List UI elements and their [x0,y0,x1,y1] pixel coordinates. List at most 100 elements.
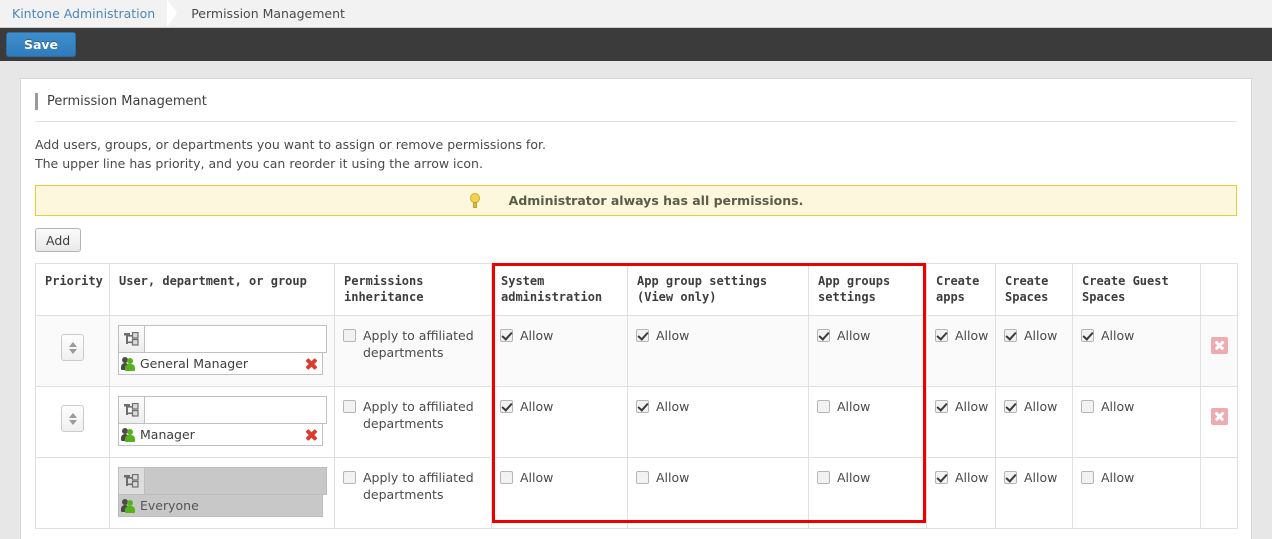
selected-subject-item: Manager [118,424,323,446]
delete-row-button[interactable] [1211,337,1228,354]
create-guest-spaces-cell: Allow [1073,316,1201,387]
header-subject: User, department, or group [110,264,335,316]
picker-top [118,396,323,424]
header-priority: Priority [36,264,110,316]
delete-row-button[interactable] [1211,408,1228,425]
checkbox-box [935,329,948,342]
table-row: EveryoneApply to affiliated departmentsA… [36,458,1238,529]
remove-subject-icon[interactable] [304,356,319,371]
table-row: General Manager Apply to affiliated depar… [36,316,1238,387]
app-group-settings-view-only-checkbox[interactable]: Allow [636,327,800,344]
checkbox-box [817,471,830,484]
header-create-guest-spaces: Create Guest Spaces [1073,264,1201,316]
subject-search-input [145,467,327,495]
notice-text: Administrator always has all permissions… [509,193,804,208]
org-tree-icon[interactable] [118,467,145,495]
apply-to-affiliated-departments-checkbox[interactable]: Apply to affiliated departments [343,398,483,432]
subject-picker: Manager [118,396,323,446]
save-button[interactable]: Save [6,32,76,57]
remove-subject-icon[interactable] [304,427,319,442]
checkbox-label: Allow [955,398,988,415]
permission-table-body: General Manager Apply to affiliated depar… [36,316,1238,529]
checkbox-box [935,400,948,413]
description-line-2: The upper line has priority, and you can… [35,154,1237,173]
table-row: Manager Apply to affiliated departments Al… [36,387,1238,458]
reorder-stepper-button[interactable] [61,405,84,432]
system-administration-checkbox[interactable]: Allow [500,327,619,344]
checkbox-box [343,329,356,342]
subject-search-input[interactable] [145,396,327,424]
checkbox-label: Allow [837,398,870,415]
group-icon [121,498,137,513]
checkbox-box [500,400,513,413]
create-apps-checkbox[interactable]: Allow [935,327,987,344]
system-administration-checkbox[interactable]: Allow [500,469,619,486]
header-inheritance: Permissions inheritance [335,264,492,316]
create-spaces-cell: Allow [996,458,1073,529]
checkbox-label: Apply to affiliated departments [363,469,483,503]
reorder-stepper-button[interactable] [61,334,84,361]
create-guest-spaces-checkbox[interactable]: Allow [1081,398,1192,415]
app-groups-settings-checkbox[interactable]: Allow [817,469,918,486]
system-administration-cell: Allow [492,316,628,387]
system-administration-cell: Allow [492,387,628,458]
page-body: Permission Management Add users, groups,… [0,61,1272,539]
app-groups-settings-cell: Allow [809,458,927,529]
create-spaces-cell: Allow [996,316,1073,387]
create-spaces-checkbox[interactable]: Allow [1004,469,1064,486]
checkbox-label: Allow [656,398,689,415]
subject-search-input[interactable] [145,325,327,353]
create-guest-spaces-checkbox[interactable]: Allow [1081,327,1192,344]
picker-top [118,467,323,495]
add-button[interactable]: Add [35,228,81,252]
checkbox-label: Allow [1101,469,1134,486]
org-tree-icon[interactable] [118,396,145,424]
priority-cell [36,458,110,529]
checkbox-label: Apply to affiliated departments [363,398,483,432]
app-group-settings-view-only-checkbox[interactable]: Allow [636,469,800,486]
checkbox-label: Allow [837,469,870,486]
create-guest-spaces-cell: Allow [1073,458,1201,529]
subject-cell: Manager [110,387,335,458]
checkbox-box [1004,329,1017,342]
apply-to-affiliated-departments-checkbox[interactable]: Apply to affiliated departments [343,327,483,361]
selected-subject-label: Manager [140,427,304,442]
breadcrumb-root-link[interactable]: Kintone Administration [12,6,155,21]
checkbox-box [817,400,830,413]
create-apps-cell: Allow [927,316,996,387]
checkbox-box [636,471,649,484]
content-panel: Permission Management Add users, groups,… [20,78,1252,539]
app-groups-settings-checkbox[interactable]: Allow [817,398,918,415]
create-apps-checkbox[interactable]: Allow [935,398,987,415]
breadcrumb-current: Permission Management [191,6,345,21]
app-groups-settings-checkbox[interactable]: Allow [817,327,918,344]
selected-subject-item: General Manager [118,353,323,375]
create-spaces-checkbox[interactable]: Allow [1004,398,1064,415]
create-apps-checkbox[interactable]: Allow [935,469,987,486]
header-create-apps: Create apps [927,264,996,316]
action-toolbar: Save [0,28,1272,61]
checkbox-box [1004,471,1017,484]
app-group-settings-view-only-checkbox[interactable]: Allow [636,398,800,415]
apply-to-affiliated-departments-checkbox[interactable]: Apply to affiliated departments [343,469,483,503]
checkbox-label: Allow [837,327,870,344]
checkbox-box [343,471,356,484]
checkbox-box [500,471,513,484]
create-guest-spaces-checkbox[interactable]: Allow [1081,469,1192,486]
create-spaces-checkbox[interactable]: Allow [1004,327,1064,344]
delete-cell [1201,458,1238,529]
checkbox-label: Allow [520,469,553,486]
inheritance-cell: Apply to affiliated departments [335,387,492,458]
checkbox-box [636,400,649,413]
description-line-1: Add users, groups, or departments you wa… [35,135,1237,154]
checkbox-label: Allow [1101,398,1134,415]
system-administration-checkbox[interactable]: Allow [500,398,619,415]
header-app-group-settings-view-only: App group settings (View only) [628,264,809,316]
checkbox-label: Allow [520,327,553,344]
create-apps-cell: Allow [927,458,996,529]
group-icon [121,427,137,442]
header-actions [1201,264,1238,316]
app-group-settings-view-only-cell: Allow [628,387,809,458]
org-tree-icon[interactable] [118,325,145,353]
checkbox-box [343,400,356,413]
